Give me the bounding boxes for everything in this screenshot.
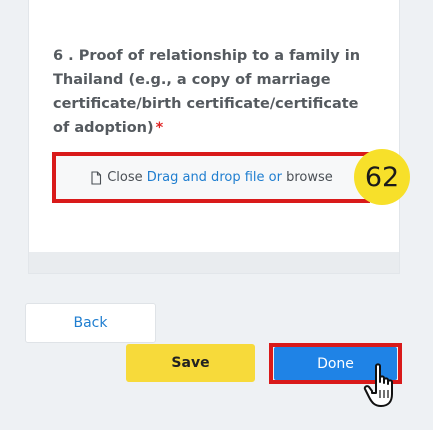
upload-or-text: or bbox=[268, 170, 282, 185]
step-number-badge: 62 bbox=[354, 149, 410, 205]
form-card: 6 . Proof of relationship to a family in… bbox=[28, 0, 400, 252]
file-upload-dropzone[interactable]: Close Drag and drop file or browse bbox=[52, 152, 370, 203]
upload-close-text[interactable]: Close bbox=[107, 170, 142, 185]
save-button[interactable]: Save bbox=[126, 344, 255, 382]
browse-link[interactable]: browse bbox=[286, 170, 333, 185]
back-button[interactable]: Back bbox=[25, 303, 156, 343]
upload-content: Close Drag and drop file or browse bbox=[56, 156, 366, 199]
file-icon bbox=[89, 170, 103, 185]
hand-pointer-icon bbox=[362, 362, 404, 410]
drag-drop-link[interactable]: Drag and drop file bbox=[147, 170, 265, 185]
question-text: 6 . Proof of relationship to a family in… bbox=[53, 48, 361, 136]
required-mark: * bbox=[155, 120, 164, 136]
question-label: 6 . Proof of relationship to a family in… bbox=[53, 44, 373, 140]
card-footer bbox=[28, 252, 400, 274]
